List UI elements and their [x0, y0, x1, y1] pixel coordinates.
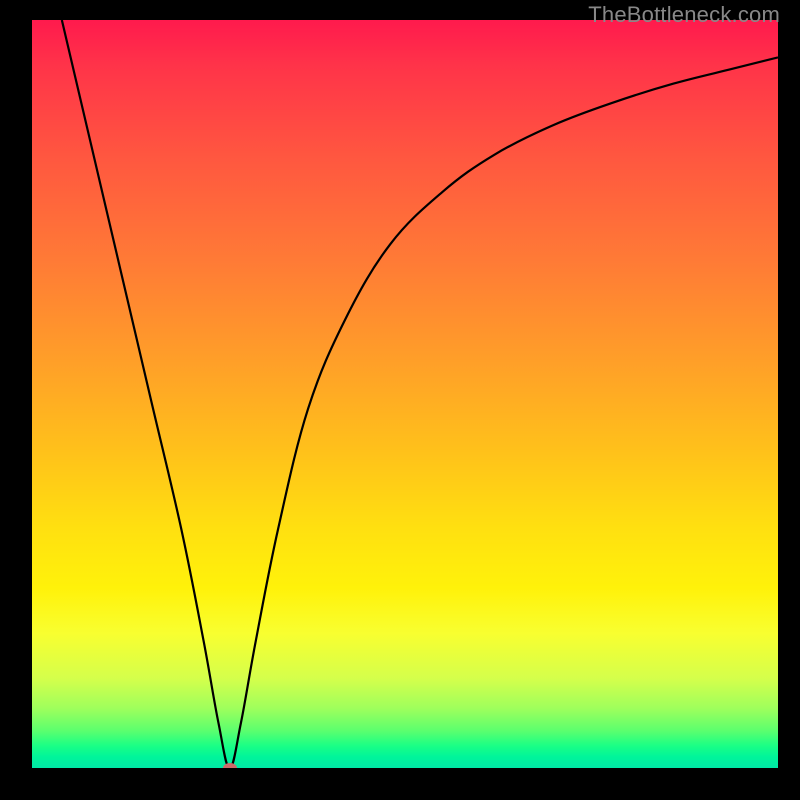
watermark-label: TheBottleneck.com: [588, 2, 780, 28]
curve-svg: [32, 20, 778, 768]
minimum-marker: [223, 763, 237, 768]
bottleneck-curve: [62, 20, 778, 768]
chart-frame: TheBottleneck.com: [0, 0, 800, 800]
plot-area: [32, 20, 778, 768]
